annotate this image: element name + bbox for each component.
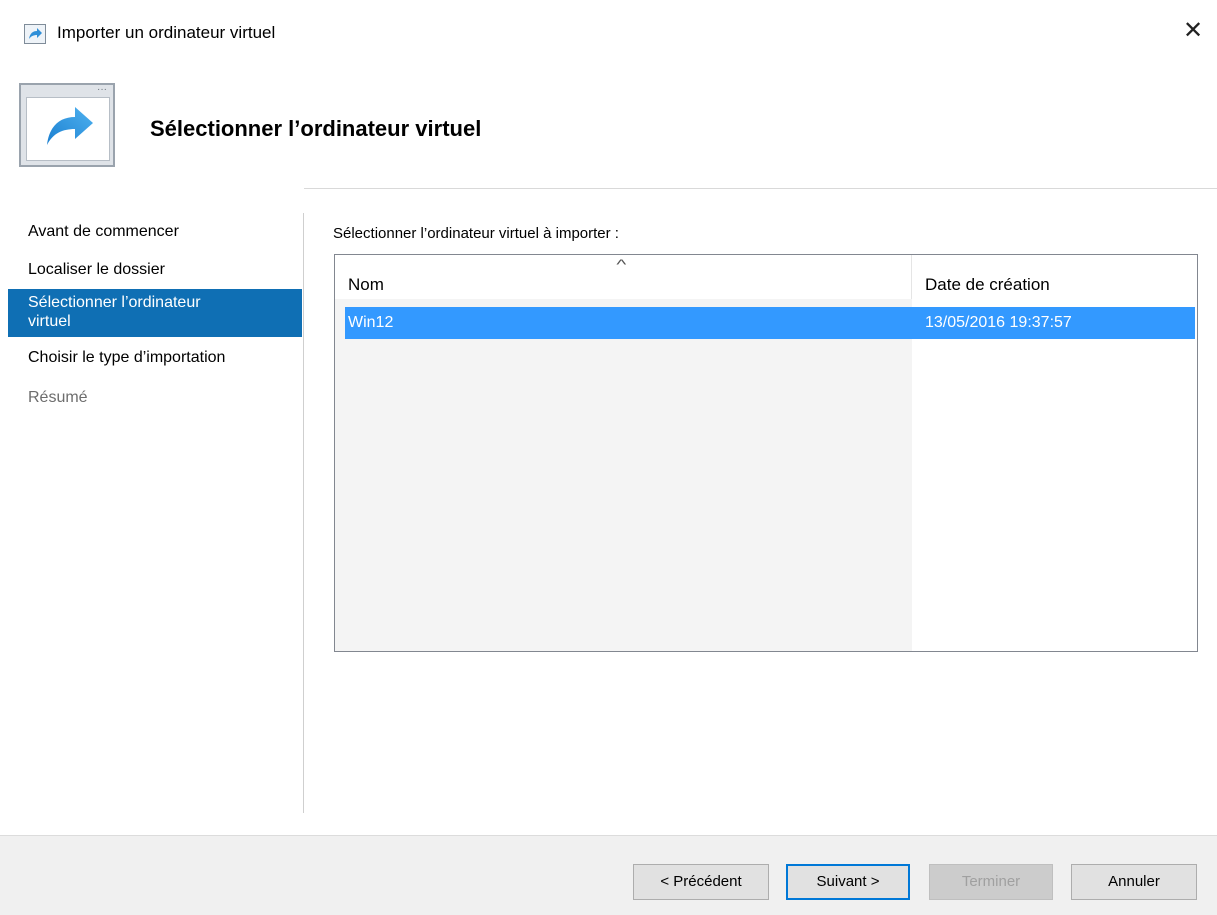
vm-list[interactable]: ^ Nom Date de création Win12 13/05/2016 … — [334, 254, 1198, 652]
window-title: Importer un ordinateur virtuel — [57, 23, 276, 42]
column-header-date[interactable]: Date de création — [925, 275, 1050, 295]
nav-divider — [303, 213, 304, 813]
close-button[interactable]: ✕ — [1178, 16, 1208, 46]
column-header-name[interactable]: Nom — [348, 275, 384, 295]
nav-step-summary: Résumé — [28, 389, 88, 406]
cancel-button[interactable]: Annuler — [1071, 864, 1197, 900]
nav-step-label-line2: virtuel — [28, 313, 71, 330]
list-label: Sélectionner l’ordinateur virtuel à impo… — [333, 225, 619, 242]
previous-button[interactable]: < Précédent — [633, 864, 769, 900]
next-button[interactable]: Suivant > — [786, 864, 910, 900]
import-arrow-icon: ··· — [19, 83, 115, 167]
column-separator[interactable] — [911, 255, 912, 299]
vm-name: Win12 — [348, 314, 394, 331]
vm-creation-date: 13/05/2016 19:37:57 — [925, 314, 1072, 331]
wizard-steps-nav: Avant de commencer Localiser le dossier … — [0, 188, 304, 818]
wizard-header: ··· Sélectionner l’ordinateur virtuel — [0, 70, 1217, 189]
nav-step-select-vm[interactable]: Sélectionner l’ordinateur virtuel — [8, 289, 302, 337]
window-dots-icon: ··· — [97, 84, 107, 95]
nav-step-label-line1: Sélectionner l’ordinateur — [28, 294, 201, 311]
finish-button: Terminer — [929, 864, 1053, 900]
nav-step-import-type[interactable]: Choisir le type d’importation — [8, 348, 302, 368]
list-item[interactable]: Win12 13/05/2016 19:37:57 — [345, 307, 1195, 339]
sort-ascending-icon: ^ — [616, 256, 627, 272]
app-icon — [24, 24, 46, 44]
title-bar: Importer un ordinateur virtuel ✕ — [0, 0, 1217, 70]
page-title: Sélectionner l’ordinateur virtuel — [150, 116, 482, 141]
wizard-footer: < Précédent Suivant > Terminer Annuler — [0, 835, 1217, 915]
nav-step-before-start[interactable]: Avant de commencer — [8, 222, 302, 242]
list-header: ^ Nom Date de création — [335, 255, 1197, 299]
nav-step-locate-folder[interactable]: Localiser le dossier — [8, 260, 302, 280]
